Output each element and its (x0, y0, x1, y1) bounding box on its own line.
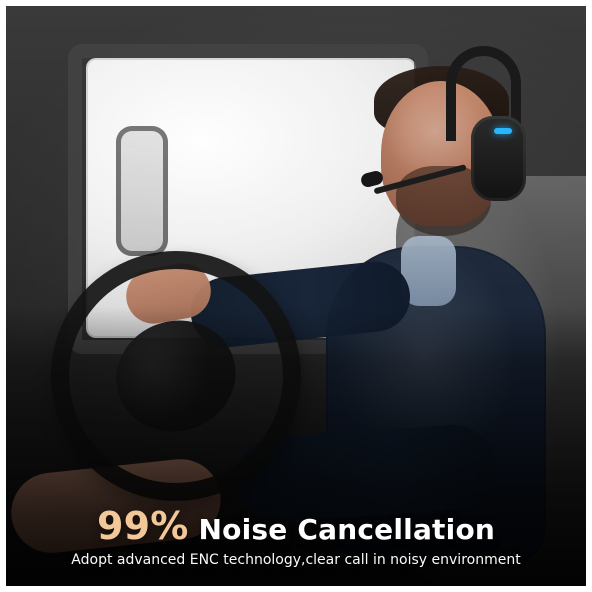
headset-led (494, 128, 512, 134)
photo-frame: 99% Noise Cancellation Adopt advanced EN… (6, 6, 586, 586)
side-mirror (116, 126, 168, 256)
dashboard-shadow (6, 306, 586, 586)
headset-icon (436, 46, 531, 216)
